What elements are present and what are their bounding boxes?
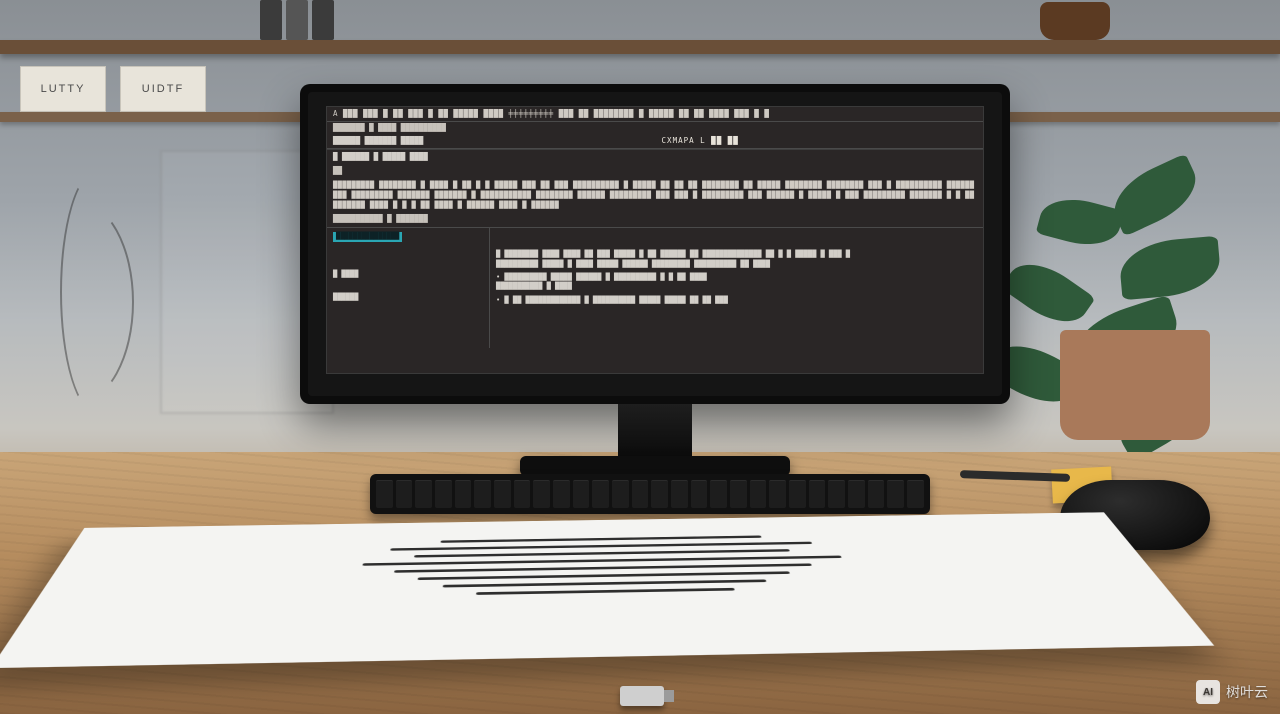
wall-shelf-upper [0, 40, 1280, 54]
paper-document [0, 512, 1214, 668]
plant-pot [1060, 330, 1210, 440]
usb-stick [620, 686, 664, 706]
scene-root: LUTTY UIDTF A ███ ███ █ ██ ███ █ ██ ████… [0, 0, 1280, 714]
shelf-book-label: UIDTF [120, 66, 206, 112]
plant-left [0, 160, 150, 460]
terminal-subtitle: ███████ █ ████ ██████████ [327, 122, 983, 134]
terminal-titlebar: A ███ ███ █ ██ ███ █ ██ █████ ████ ╪╪╪╪╪… [327, 107, 983, 122]
terminal-lower-left-item: █ ████ [333, 270, 483, 279]
terminal-section-label: █ ██████ █ █████ ████ [327, 149, 983, 164]
terminal-lower-line: █ ████████ ████ ████ ██ ███ █████ █ ██ █… [496, 250, 977, 259]
terminal-highlight: ███████████████ [333, 232, 402, 241]
monitor-bezel: A ███ ███ █ ██ ███ █ ██ █████ ████ ╪╪╪╪╪… [308, 92, 1002, 396]
binder [260, 0, 282, 40]
watermark: AI 树叶云 [1196, 680, 1268, 704]
monitor-stand-base [520, 456, 790, 476]
terminal-lower-right: █ ████████ ████ ████ ██ ███ █████ █ ██ █… [490, 228, 983, 348]
terminal-lower-pane: ███████████████ █ ████ ██████ █ ████████… [327, 227, 983, 348]
keyboard [370, 474, 930, 514]
terminal-lower-line: • █ ██ █████████████ █ ██████████ █████ … [496, 296, 977, 305]
binder [286, 0, 308, 40]
terminal-screen: A ███ ███ █ ██ ███ █ ██ █████ ████ ╪╪╪╪╪… [326, 106, 984, 374]
terminal-tabs-center: CXMAPA L ██ ██ [662, 136, 739, 146]
terminal-lower-left-item: ██████ [333, 293, 483, 302]
terminal-section-sub: ██ [327, 165, 983, 177]
monitor-stand-neck [618, 404, 692, 462]
watermark-text: 树叶云 [1226, 682, 1268, 702]
terminal-lower-line: ██████████ █████ █ ████ █████ ██████ ███… [496, 260, 977, 269]
terminal-list-header: ███████████ █ ███████ [327, 213, 983, 225]
watermark-badge: AI [1196, 680, 1220, 704]
monitor: A ███ ███ █ ██ ███ █ ██ █████ ████ ╪╪╪╪╪… [300, 84, 1010, 404]
terminal-header-row: ██████ ███████ █████ CXMAPA L ██ ██ [327, 134, 983, 149]
terminal-tabs-left: ██████ ███████ █████ [333, 136, 423, 146]
shelf-book-label: LUTTY [20, 66, 106, 112]
terminal-lower-left: ███████████████ █ ████ ██████ [327, 228, 490, 348]
mug-on-shelf [1040, 2, 1110, 40]
terminal-paragraph: █████████ ████████ █ ████ █ ██ █ █ █████… [327, 177, 983, 213]
binder [312, 0, 334, 40]
terminal-lower-line: ███████████ █ ████ [496, 282, 977, 291]
